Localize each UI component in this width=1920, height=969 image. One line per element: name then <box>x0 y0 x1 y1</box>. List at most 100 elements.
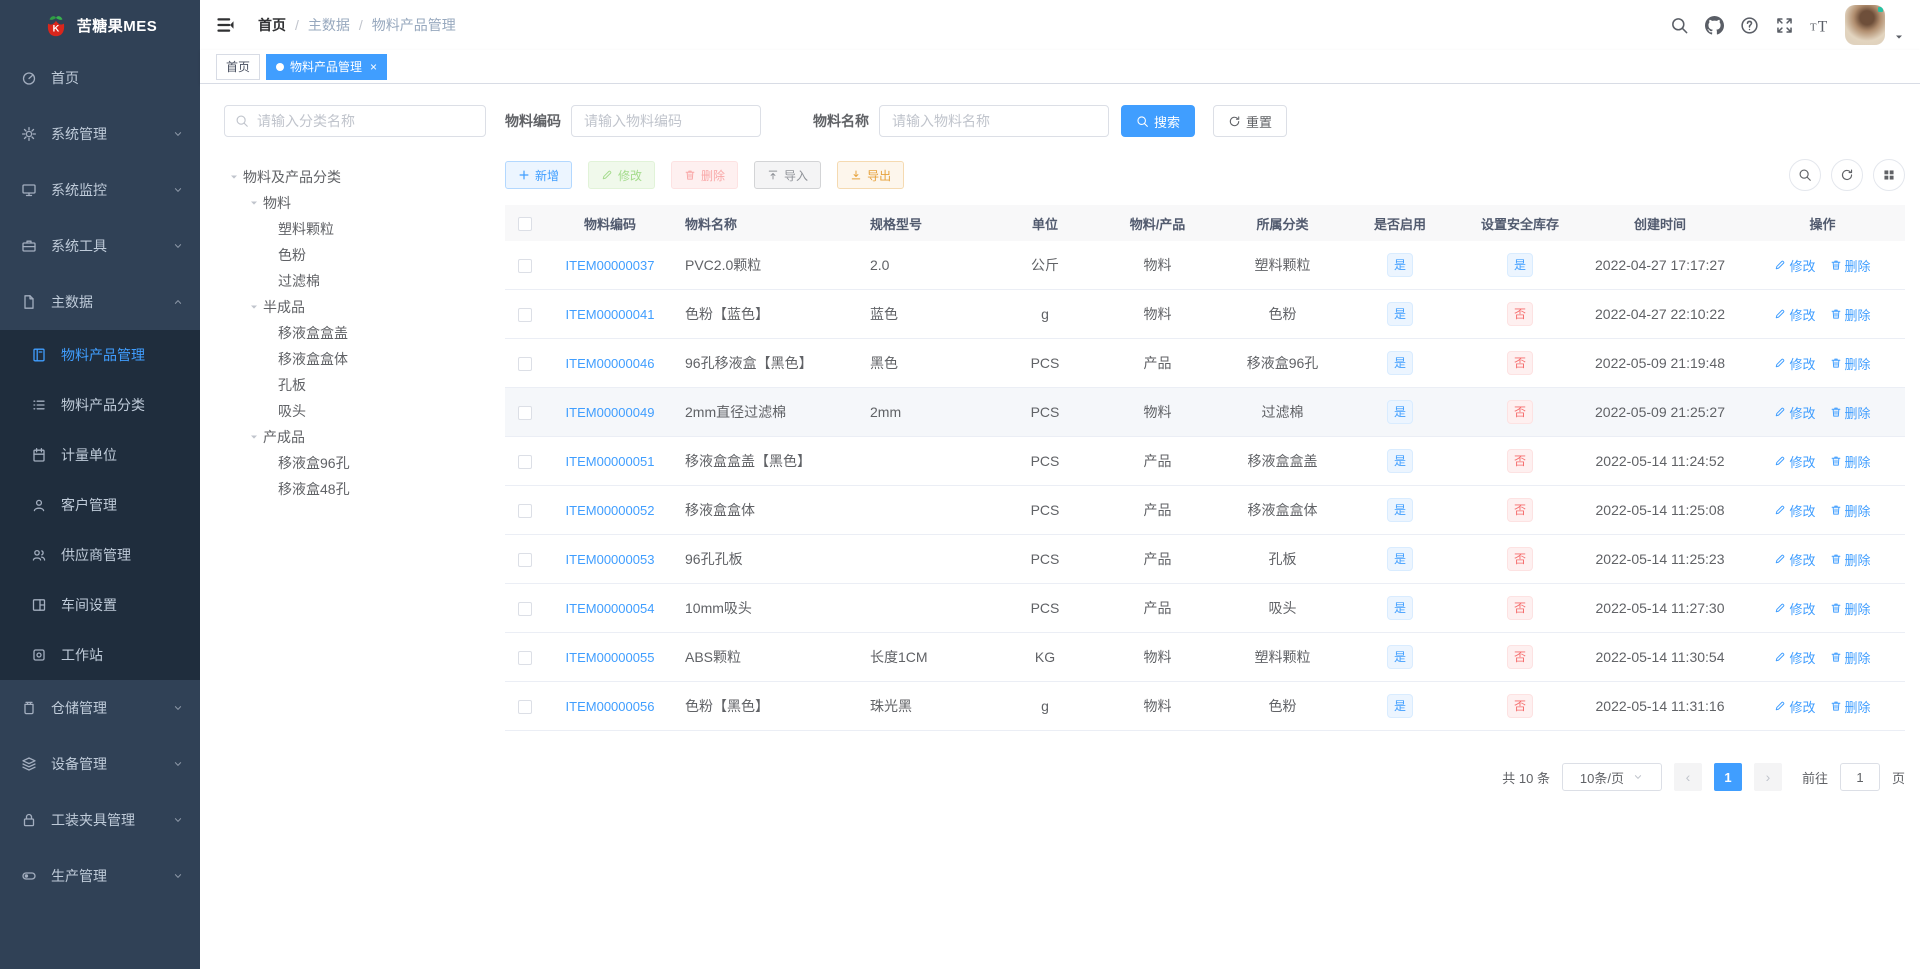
item-code-link[interactable]: ITEM00000046 <box>566 356 655 371</box>
row-edit-link[interactable]: 修改 <box>1774 697 1816 716</box>
row-checkbox[interactable] <box>518 651 532 666</box>
tree-node[interactable]: 吸头 <box>224 398 486 424</box>
sidebar-item[interactable]: 系统管理 <box>0 106 200 162</box>
close-icon[interactable]: × <box>370 61 377 73</box>
tree-node[interactable]: 塑料颗粒 <box>224 216 486 242</box>
tree-node[interactable]: 移液盒96孔 <box>224 450 486 476</box>
tree-node[interactable]: 产成品 <box>224 424 486 450</box>
column-settings-button[interactable] <box>1873 159 1905 191</box>
sidebar-subitem[interactable]: 计量单位 <box>0 430 200 480</box>
reset-button[interactable]: 重置 <box>1213 105 1288 137</box>
question-icon[interactable] <box>1740 16 1759 35</box>
row-delete-link[interactable]: 删除 <box>1830 305 1871 324</box>
row-checkbox[interactable] <box>518 455 532 470</box>
row-delete-link[interactable]: 删除 <box>1830 697 1871 716</box>
row-checkbox[interactable] <box>518 308 532 323</box>
delete-button[interactable]: 删除 <box>671 161 739 189</box>
goto-page-input[interactable] <box>1839 763 1880 791</box>
row-edit-link[interactable]: 修改 <box>1774 599 1816 618</box>
row-delete-link[interactable]: 删除 <box>1830 599 1871 618</box>
row-edit-link[interactable]: 修改 <box>1774 305 1816 324</box>
tree-node[interactable]: 移液盒盒盖 <box>224 320 486 346</box>
select-all-checkbox[interactable] <box>518 216 532 231</box>
sidebar-item[interactable]: 首页 <box>0 50 200 106</box>
toggle-search-button[interactable] <box>1789 159 1821 191</box>
item-code-link[interactable]: ITEM00000037 <box>566 258 655 273</box>
item-code-link[interactable]: ITEM00000051 <box>566 454 655 469</box>
sidebar-subitem[interactable]: 供应商管理 <box>0 530 200 580</box>
item-code-link[interactable]: ITEM00000053 <box>566 552 655 567</box>
font-size-icon[interactable]: TT <box>1810 16 1829 35</box>
row-edit-link[interactable]: 修改 <box>1774 550 1816 569</box>
row-delete-link[interactable]: 删除 <box>1830 256 1871 275</box>
row-checkbox[interactable] <box>518 357 532 372</box>
import-button[interactable]: 导入 <box>754 161 822 189</box>
row-edit-link[interactable]: 修改 <box>1774 501 1816 520</box>
breadcrumb-item[interactable]: 首页 <box>258 15 286 35</box>
row-checkbox[interactable] <box>518 700 532 715</box>
export-button[interactable]: 导出 <box>837 161 905 189</box>
tree-search-input[interactable] <box>257 113 475 129</box>
sidebar-item[interactable]: 工装夹具管理 <box>0 792 200 848</box>
prev-page-button[interactable]: ‹ <box>1673 763 1702 791</box>
tree-node[interactable]: 半成品 <box>224 294 486 320</box>
add-button[interactable]: 新增 <box>505 161 573 189</box>
row-delete-link[interactable]: 删除 <box>1830 452 1871 471</box>
sidebar-item[interactable]: 系统监控 <box>0 162 200 218</box>
sidebar-item[interactable]: 生产管理 <box>0 848 200 904</box>
row-delete-link[interactable]: 删除 <box>1830 648 1871 667</box>
row-edit-link[interactable]: 修改 <box>1774 403 1816 422</box>
user-menu[interactable] <box>1845 5 1905 45</box>
item-code-link[interactable]: ITEM00000054 <box>566 601 655 616</box>
refresh-table-button[interactable] <box>1831 159 1863 191</box>
row-delete-link[interactable]: 删除 <box>1830 501 1871 520</box>
next-page-button[interactable]: › <box>1753 763 1782 791</box>
material-name-input[interactable] <box>879 105 1109 137</box>
tree-node[interactable]: 色粉 <box>224 242 486 268</box>
row-delete-link[interactable]: 删除 <box>1830 354 1871 373</box>
breadcrumb-item[interactable]: 主数据 <box>308 15 350 35</box>
item-code-link[interactable]: ITEM00000056 <box>566 699 655 714</box>
item-code-link[interactable]: ITEM00000041 <box>566 307 655 322</box>
sidebar-subitem[interactable]: 物料产品管理 <box>0 330 200 380</box>
tree-node[interactable]: 移液盒48孔 <box>224 476 486 502</box>
row-edit-link[interactable]: 修改 <box>1774 256 1816 275</box>
item-code-link[interactable]: ITEM00000052 <box>566 503 655 518</box>
tree-node[interactable]: 物料及产品分类 <box>224 164 486 190</box>
row-checkbox[interactable] <box>518 602 532 617</box>
tree-node[interactable]: 过滤棉 <box>224 268 486 294</box>
item-code-link[interactable]: ITEM00000055 <box>566 650 655 665</box>
row-checkbox[interactable] <box>518 259 532 274</box>
hamburger-icon[interactable] <box>216 14 238 36</box>
sidebar-item[interactable]: 系统工具 <box>0 218 200 274</box>
tab-active[interactable]: 物料产品管理 × <box>266 53 388 80</box>
row-checkbox[interactable] <box>518 504 532 519</box>
sidebar-subitem[interactable]: 车间设置 <box>0 580 200 630</box>
current-page-button[interactable]: 1 <box>1713 763 1742 791</box>
row-edit-link[interactable]: 修改 <box>1774 452 1816 471</box>
sidebar-subitem[interactable]: 物料产品分类 <box>0 380 200 430</box>
avatar[interactable] <box>1845 5 1885 45</box>
tab-item[interactable]: 首页 <box>216 53 261 80</box>
sidebar-subitem[interactable]: 工作站 <box>0 630 200 680</box>
row-edit-link[interactable]: 修改 <box>1774 354 1816 373</box>
row-delete-link[interactable]: 删除 <box>1830 550 1871 569</box>
sidebar-item[interactable]: 设备管理 <box>0 736 200 792</box>
material-code-input[interactable] <box>571 105 761 137</box>
tree-node[interactable]: 孔板 <box>224 372 486 398</box>
item-code-link[interactable]: ITEM00000049 <box>566 405 655 420</box>
edit-button[interactable]: 修改 <box>588 161 656 189</box>
tree-node[interactable]: 物料 <box>224 190 486 216</box>
row-delete-link[interactable]: 删除 <box>1830 403 1871 422</box>
sidebar-subitem[interactable]: 客户管理 <box>0 480 200 530</box>
fullscreen-icon[interactable] <box>1775 16 1794 35</box>
sidebar-item[interactable]: 仓储管理 <box>0 680 200 736</box>
row-checkbox[interactable] <box>518 406 532 421</box>
row-edit-link[interactable]: 修改 <box>1774 648 1816 667</box>
search-icon[interactable] <box>1670 16 1689 35</box>
sidebar-item[interactable]: 主数据 <box>0 274 200 330</box>
search-button[interactable]: 搜索 <box>1121 105 1196 137</box>
tree-node[interactable]: 移液盒盒体 <box>224 346 486 372</box>
row-checkbox[interactable] <box>518 553 532 568</box>
github-icon[interactable] <box>1705 15 1724 35</box>
